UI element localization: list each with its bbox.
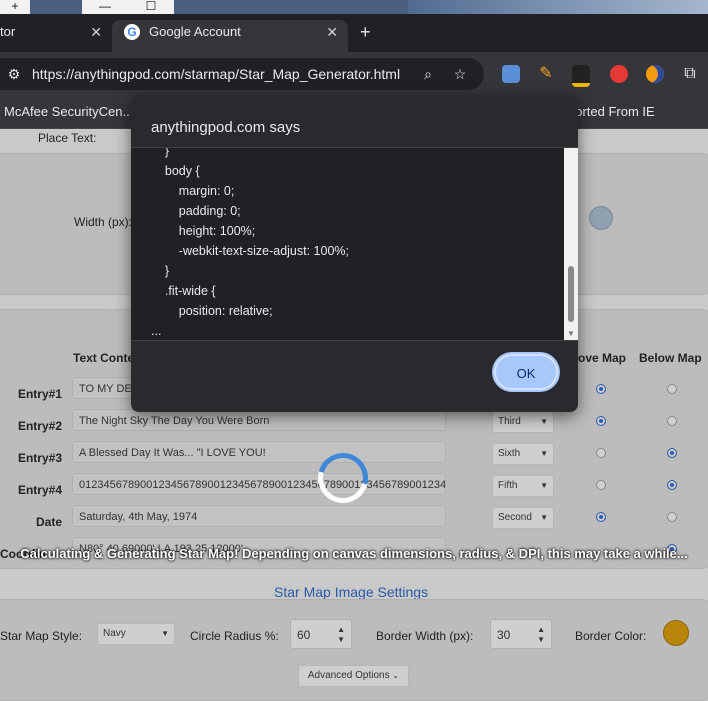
minimize-button[interactable]: — [82,0,128,14]
tab-generator[interactable]: tor ✕ [0,20,112,52]
maximize-button[interactable]: ☐ [128,0,174,14]
site-settings-icon[interactable]: ⚙ [6,66,22,82]
moon-extension-icon[interactable] [646,65,664,83]
desktop-wallpaper [408,0,708,14]
dialog-message-area[interactable]: } body { margin: 0; padding: 0; height: … [131,147,578,341]
photo-extension-icon[interactable] [502,65,520,83]
scrollbar-thumb[interactable] [568,266,574,322]
url-text[interactable]: https://anythingpod.com/starmap/Star_Map… [32,58,400,90]
alert-dialog: anythingpod.com says } body { margin: 0;… [131,95,578,412]
dialog-message-text: } body { margin: 0; padding: 0; height: … [151,147,349,338]
calculating-message: Calculating & Generating Star Map! Depen… [20,546,688,561]
tab-strip: tor ✕ G Google Account ✕ + [0,14,708,52]
google-icon: G [124,24,140,40]
ai-extension-icon[interactable] [610,65,628,83]
zoom-icon[interactable]: ⌕ [420,66,436,82]
hat-extension-icon[interactable] [572,65,590,87]
close-icon[interactable]: ✕ [326,20,338,44]
close-icon[interactable]: ✕ [90,20,102,44]
scroll-down-icon[interactable]: ▼ [567,329,575,338]
browser-toolbar: ⚙ https://anythingpod.com/starmap/Star_M… [0,52,708,96]
dialog-title: anythingpod.com says [151,119,301,136]
dialog-scrollbar[interactable]: ▼ [564,148,578,340]
window-titlebar: + — ☐ [0,0,708,14]
pen-extension-icon[interactable]: ✎ [537,65,555,83]
tab-label: Google Account [149,24,241,39]
tab-google-account[interactable]: G Google Account ✕ [112,20,348,52]
new-tab-button[interactable]: + [360,20,371,44]
tab-label: tor [0,24,16,39]
address-bar[interactable]: ⚙ https://anythingpod.com/starmap/Star_M… [0,58,484,90]
extensions-puzzle-icon[interactable]: ⧉ [682,66,698,82]
ok-button[interactable]: OK [494,354,558,390]
bookmark-star-icon[interactable]: ☆ [452,66,468,82]
new-window-button[interactable]: + [0,0,30,14]
